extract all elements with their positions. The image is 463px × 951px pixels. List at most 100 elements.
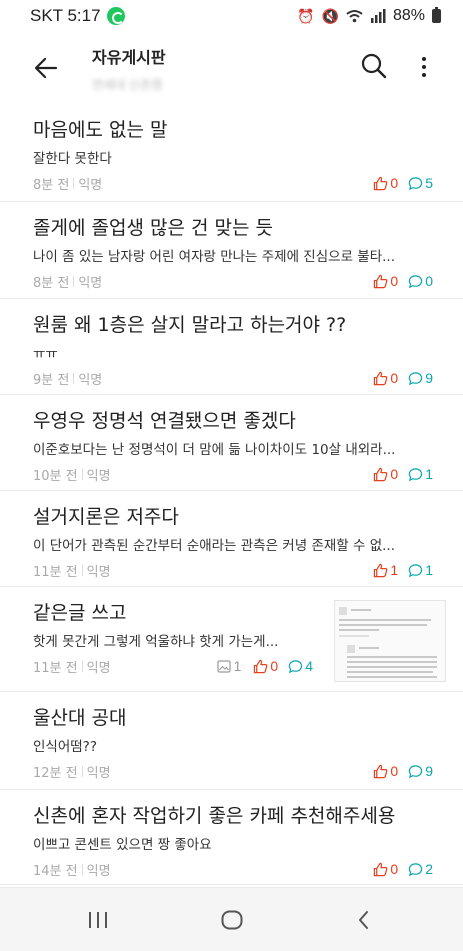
dot-icon <box>422 73 426 77</box>
thumbs-up-icon <box>374 764 388 778</box>
like-count: 0 <box>373 861 398 877</box>
post-title: 설거지론은 저주다 <box>33 506 179 528</box>
post-author: 익명 <box>78 177 103 193</box>
home-button[interactable] <box>212 904 252 936</box>
thumbs-up-icon <box>374 563 388 577</box>
post-item[interactable]: 졸게에 졸업생 많은 건 맞는 듯 나이 좀 있는 남자랑 어린 여자랑 만나는… <box>0 202 463 299</box>
post-author: 익명 <box>86 468 111 484</box>
post-item[interactable]: 같은글 쓰고 핫게 못간게 그렇게 억울하냐 핫게 가는게... 11분 전 익명… <box>0 587 463 692</box>
post-time: 11분 전 <box>33 660 78 676</box>
post-meta: 14분 전 익명 0 2 <box>33 859 433 879</box>
post-time: 8분 전 <box>33 177 70 193</box>
like-count: 0 <box>373 466 398 482</box>
comment-count: 9 <box>408 763 433 779</box>
comment-bubble-icon <box>408 764 423 778</box>
board-subtitle: 연세대 신촌캠 <box>92 78 163 92</box>
post-item[interactable]: 신촌에 혼자 작업하기 좋은 카페 추천해주세용 이쁘고 콘센트 있으면 짱 좋… <box>0 790 463 885</box>
thumbs-up-icon <box>254 659 268 673</box>
recent-apps-button[interactable] <box>78 904 118 936</box>
battery-percent: 88% <box>392 7 425 24</box>
messenger-notification-icon <box>106 7 125 25</box>
comment-count: 2 <box>408 861 433 877</box>
post-time: 10분 전 <box>33 468 78 484</box>
more-options-button[interactable] <box>414 52 434 82</box>
home-icon <box>221 910 243 930</box>
post-preview: 이준호보다는 난 정명석이 더 맘에 듦 나이차이도 10살 내외라... <box>33 442 396 458</box>
post-meta: 9분 전 익명 0 9 <box>33 368 433 388</box>
comment-bubble-icon <box>408 862 423 876</box>
post-item[interactable]: 원룸 왜 1층은 살지 말라고 하는거야 ?? ㅠㅠ 9분 전 익명 0 9 <box>0 299 463 395</box>
comment-count: 1 <box>408 466 433 482</box>
post-title: 원룸 왜 1층은 살지 말라고 하는거야 ?? <box>33 314 347 336</box>
post-item[interactable]: 마음에도 없는 말 잘한다 못한다 8분 전 익명 0 5 <box>0 104 463 202</box>
post-time: 12분 전 <box>33 765 78 781</box>
post-author: 익명 <box>86 564 111 580</box>
status-bar: SKT 5:17 ⏰ 🔇 88% <box>0 0 463 32</box>
post-item[interactable]: 설거지론은 저주다 이 단어가 관측된 순간부터 순애라는 관측은 커녕 존재할… <box>0 491 463 587</box>
post-meta: 12분 전 익명 0 9 <box>33 761 433 781</box>
signal-icon <box>370 9 386 23</box>
thumbs-up-icon <box>374 467 388 481</box>
post-list: 마음에도 없는 말 잘한다 못한다 8분 전 익명 0 5 졸게에 졸업생 많은 … <box>0 104 463 885</box>
thumbs-up-icon <box>374 274 388 288</box>
recent-apps-icon <box>89 912 107 928</box>
post-title: 졸게에 졸업생 많은 건 맞는 듯 <box>33 217 273 239</box>
post-time: 11분 전 <box>33 564 78 580</box>
comment-count: 5 <box>408 175 433 191</box>
post-author: 익명 <box>86 765 111 781</box>
wifi-icon <box>346 10 363 23</box>
search-button[interactable] <box>360 52 390 82</box>
post-title: 신촌에 혼자 작업하기 좋은 카페 추천해주세용 <box>33 805 396 827</box>
mute-icon: 🔇 <box>321 7 339 24</box>
like-count: 1 <box>373 562 398 578</box>
post-author: 익명 <box>78 275 103 291</box>
dot-icon <box>422 65 426 69</box>
like-count: 0 <box>373 273 398 289</box>
comment-bubble-icon <box>408 467 423 481</box>
arrow-left-icon <box>34 57 58 79</box>
post-author: 익명 <box>86 863 111 879</box>
post-title: 우영우 정명석 연결됐으면 좋겠다 <box>33 410 296 432</box>
post-item[interactable]: 울산대 공대 인식어떰?? 12분 전 익명 0 9 <box>0 692 463 790</box>
chevron-left-icon <box>359 911 368 929</box>
comment-bubble-icon <box>408 176 423 190</box>
post-title: 울산대 공대 <box>33 707 127 729</box>
post-meta: 8분 전 익명 0 0 <box>33 271 433 291</box>
post-thumbnail[interactable] <box>334 600 446 682</box>
comment-count: 1 <box>408 562 433 578</box>
image-count: 1 <box>217 658 241 674</box>
post-meta: 11분 전 익명 1 1 <box>33 560 433 580</box>
post-author: 익명 <box>86 660 111 676</box>
post-preview: 나이 좀 있는 남자랑 어린 여자랑 만나는 주제에 진심으로 불타... <box>33 249 395 265</box>
post-title: 같은글 쓰고 <box>33 602 127 624</box>
like-count: 0 <box>373 370 398 386</box>
comment-bubble-icon <box>408 563 423 577</box>
post-author: 익명 <box>78 372 103 388</box>
post-preview: 이 단어가 관측된 순간부터 순애라는 관측은 커녕 존재할 수 없... <box>33 538 395 554</box>
carrier-time: SKT 5:17 <box>30 6 101 25</box>
search-icon <box>361 53 387 79</box>
back-button[interactable] <box>30 52 62 84</box>
comment-bubble-icon <box>288 659 303 673</box>
post-meta: 10분 전 익명 0 1 <box>33 464 433 484</box>
like-count: 0 <box>373 763 398 779</box>
post-time: 9분 전 <box>33 372 70 388</box>
battery-icon <box>432 7 441 23</box>
comment-count: 9 <box>408 370 433 386</box>
post-title: 마음에도 없는 말 <box>33 119 168 141</box>
post-item[interactable]: 우영우 정명석 연결됐으면 좋겠다 이준호보다는 난 정명석이 더 맘에 듦 나… <box>0 395 463 491</box>
back-nav-button[interactable] <box>344 904 384 936</box>
post-preview: 핫게 못간게 그렇게 억울하냐 핫게 가는게... <box>33 634 279 650</box>
post-preview: 이쁘고 콘센트 있으면 짱 좋아요 <box>33 837 212 853</box>
post-meta: 11분 전 익명 1 0 4 <box>33 656 313 676</box>
thumbs-up-icon <box>374 176 388 190</box>
thumbs-up-icon <box>374 371 388 385</box>
post-preview: ㅠㅠ <box>33 346 58 362</box>
comment-count: 0 <box>408 273 433 289</box>
like-count: 0 <box>373 175 398 191</box>
board-title: 자유게시판 <box>92 48 166 67</box>
comment-count: 4 <box>288 658 313 674</box>
post-preview: 잘한다 못한다 <box>33 151 112 167</box>
alarm-icon: ⏰ <box>297 7 315 24</box>
dot-icon <box>422 57 426 61</box>
